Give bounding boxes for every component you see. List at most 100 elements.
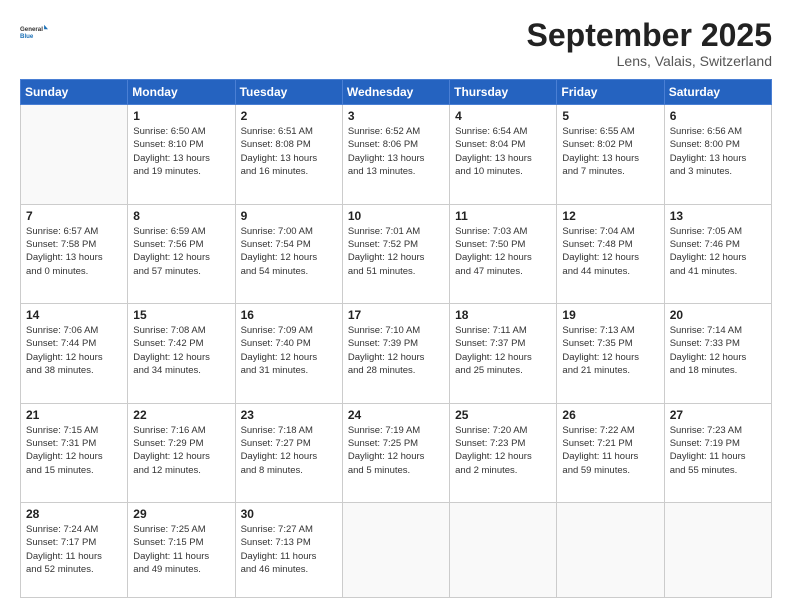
calendar-header-row: Sunday Monday Tuesday Wednesday Thursday… [21,80,772,105]
calendar-table: Sunday Monday Tuesday Wednesday Thursday… [20,79,772,598]
table-row: 10Sunrise: 7:01 AM Sunset: 7:52 PM Dayli… [342,204,449,303]
col-saturday: Saturday [664,80,771,105]
table-row: 14 Sunrise: 7:06 AM Sunset: 7:44 PM Dayli… [21,304,128,403]
table-row [557,503,664,598]
day-content: Sunrise: 7:04 AM Sunset: 7:48 PM Dayligh… [562,225,658,278]
table-row: 17Sunrise: 7:10 AM Sunset: 7:39 PM Dayli… [342,304,449,403]
table-row: 21 Sunrise: 7:15 AM Sunset: 7:31 PM Dayli… [21,403,128,502]
table-row [664,503,771,598]
day-content: Sunrise: 7:09 AM Sunset: 7:40 PM Dayligh… [241,324,337,377]
day-number: 29 [133,507,229,521]
day-number: 5 [562,109,658,123]
table-row: 24 Sunrise: 7:19 AM Sunset: 7:25 PM Dayli… [342,403,449,502]
table-row: 12 Sunrise: 7:04 AM Sunset: 7:48 PM Dayli… [557,204,664,303]
day-content: Sunrise: 7:00 AM Sunset: 7:54 PM Dayligh… [241,225,337,278]
day-number: 21 [26,408,122,422]
day-number: 1 [133,109,229,123]
day-number: 7 [26,209,122,223]
day-number: 8 [133,209,229,223]
day-number: 23 [241,408,337,422]
logo-icon: GeneralBlue [20,18,48,46]
day-number: 22 [133,408,229,422]
day-number: 11 [455,209,551,223]
day-number: 6 [670,109,766,123]
location: Lens, Valais, Switzerland [527,53,772,69]
table-row: 1 Sunrise: 6:50 AM Sunset: 8:10 PM Daylig… [128,105,235,204]
table-row: 6Sunrise: 6:56 AM Sunset: 8:00 PM Daylig… [664,105,771,204]
table-row: 18 Sunrise: 7:11 AM Sunset: 7:37 PM Dayli… [450,304,557,403]
month-title: September 2025 [527,18,772,53]
title-block: September 2025 Lens, Valais, Switzerland [527,18,772,69]
table-row: 11 Sunrise: 7:03 AM Sunset: 7:50 PM Dayli… [450,204,557,303]
col-tuesday: Tuesday [235,80,342,105]
day-content: Sunrise: 7:03 AM Sunset: 7:50 PM Dayligh… [455,225,551,278]
day-content: Sunrise: 7:22 AM Sunset: 7:21 PM Dayligh… [562,424,658,477]
day-number: 24 [348,408,444,422]
table-row: 16Sunrise: 7:09 AM Sunset: 7:40 PM Dayli… [235,304,342,403]
day-content: Sunrise: 7:06 AM Sunset: 7:44 PM Dayligh… [26,324,122,377]
day-number: 27 [670,408,766,422]
day-content: Sunrise: 7:16 AM Sunset: 7:29 PM Dayligh… [133,424,229,477]
table-row: 15 Sunrise: 7:08 AM Sunset: 7:42 PM Dayli… [128,304,235,403]
day-content: Sunrise: 7:14 AM Sunset: 7:33 PM Dayligh… [670,324,766,377]
day-content: Sunrise: 7:08 AM Sunset: 7:42 PM Dayligh… [133,324,229,377]
table-row: 8 Sunrise: 6:59 AM Sunset: 7:56 PM Daylig… [128,204,235,303]
col-monday: Monday [128,80,235,105]
table-row: 2Sunrise: 6:51 AM Sunset: 8:08 PM Daylig… [235,105,342,204]
table-row [450,503,557,598]
table-row [21,105,128,204]
day-content: Sunrise: 7:11 AM Sunset: 7:37 PM Dayligh… [455,324,551,377]
table-row: 25 Sunrise: 7:20 AM Sunset: 7:23 PM Dayli… [450,403,557,502]
day-content: Sunrise: 6:54 AM Sunset: 8:04 PM Dayligh… [455,125,551,178]
day-number: 18 [455,308,551,322]
day-content: Sunrise: 6:55 AM Sunset: 8:02 PM Dayligh… [562,125,658,178]
day-content: Sunrise: 7:18 AM Sunset: 7:27 PM Dayligh… [241,424,337,477]
table-row: 22 Sunrise: 7:16 AM Sunset: 7:29 PM Dayli… [128,403,235,502]
svg-text:General: General [20,26,43,33]
col-sunday: Sunday [21,80,128,105]
day-content: Sunrise: 7:05 AM Sunset: 7:46 PM Dayligh… [670,225,766,278]
table-row: 29 Sunrise: 7:25 AM Sunset: 7:15 PM Dayli… [128,503,235,598]
table-row: 9 Sunrise: 7:00 AM Sunset: 7:54 PM Daylig… [235,204,342,303]
day-number: 19 [562,308,658,322]
table-row: 13Sunrise: 7:05 AM Sunset: 7:46 PM Dayli… [664,204,771,303]
day-number: 26 [562,408,658,422]
day-content: Sunrise: 6:51 AM Sunset: 8:08 PM Dayligh… [241,125,337,178]
table-row: 28 Sunrise: 7:24 AM Sunset: 7:17 PM Dayli… [21,503,128,598]
table-row: 30 Sunrise: 7:27 AM Sunset: 7:13 PM Dayli… [235,503,342,598]
day-content: Sunrise: 7:19 AM Sunset: 7:25 PM Dayligh… [348,424,444,477]
day-number: 25 [455,408,551,422]
table-row: 23 Sunrise: 7:18 AM Sunset: 7:27 PM Dayli… [235,403,342,502]
day-content: Sunrise: 7:13 AM Sunset: 7:35 PM Dayligh… [562,324,658,377]
table-row: 20 Sunrise: 7:14 AM Sunset: 7:33 PM Dayli… [664,304,771,403]
header: GeneralBlue September 2025 Lens, Valais,… [20,18,772,69]
day-content: Sunrise: 7:01 AM Sunset: 7:52 PM Dayligh… [348,225,444,278]
day-number: 20 [670,308,766,322]
col-friday: Friday [557,80,664,105]
day-content: Sunrise: 6:52 AM Sunset: 8:06 PM Dayligh… [348,125,444,178]
day-number: 12 [562,209,658,223]
day-content: Sunrise: 7:20 AM Sunset: 7:23 PM Dayligh… [455,424,551,477]
col-thursday: Thursday [450,80,557,105]
day-content: Sunrise: 7:25 AM Sunset: 7:15 PM Dayligh… [133,523,229,576]
table-row: 5 Sunrise: 6:55 AM Sunset: 8:02 PM Daylig… [557,105,664,204]
day-number: 15 [133,308,229,322]
day-number: 30 [241,507,337,521]
table-row: 19 Sunrise: 7:13 AM Sunset: 7:35 PM Dayli… [557,304,664,403]
table-row: 7 Sunrise: 6:57 AM Sunset: 7:58 PM Daylig… [21,204,128,303]
day-number: 14 [26,308,122,322]
day-content: Sunrise: 7:15 AM Sunset: 7:31 PM Dayligh… [26,424,122,477]
table-row: 26 Sunrise: 7:22 AM Sunset: 7:21 PM Dayli… [557,403,664,502]
day-content: Sunrise: 6:57 AM Sunset: 7:58 PM Dayligh… [26,225,122,278]
day-number: 28 [26,507,122,521]
day-content: Sunrise: 6:59 AM Sunset: 7:56 PM Dayligh… [133,225,229,278]
day-content: Sunrise: 6:50 AM Sunset: 8:10 PM Dayligh… [133,125,229,178]
day-number: 4 [455,109,551,123]
table-row: 3Sunrise: 6:52 AM Sunset: 8:06 PM Daylig… [342,105,449,204]
table-row: 4 Sunrise: 6:54 AM Sunset: 8:04 PM Daylig… [450,105,557,204]
day-content: Sunrise: 7:24 AM Sunset: 7:17 PM Dayligh… [26,523,122,576]
table-row [342,503,449,598]
day-number: 9 [241,209,337,223]
logo: GeneralBlue [20,18,48,46]
day-content: Sunrise: 7:27 AM Sunset: 7:13 PM Dayligh… [241,523,337,576]
